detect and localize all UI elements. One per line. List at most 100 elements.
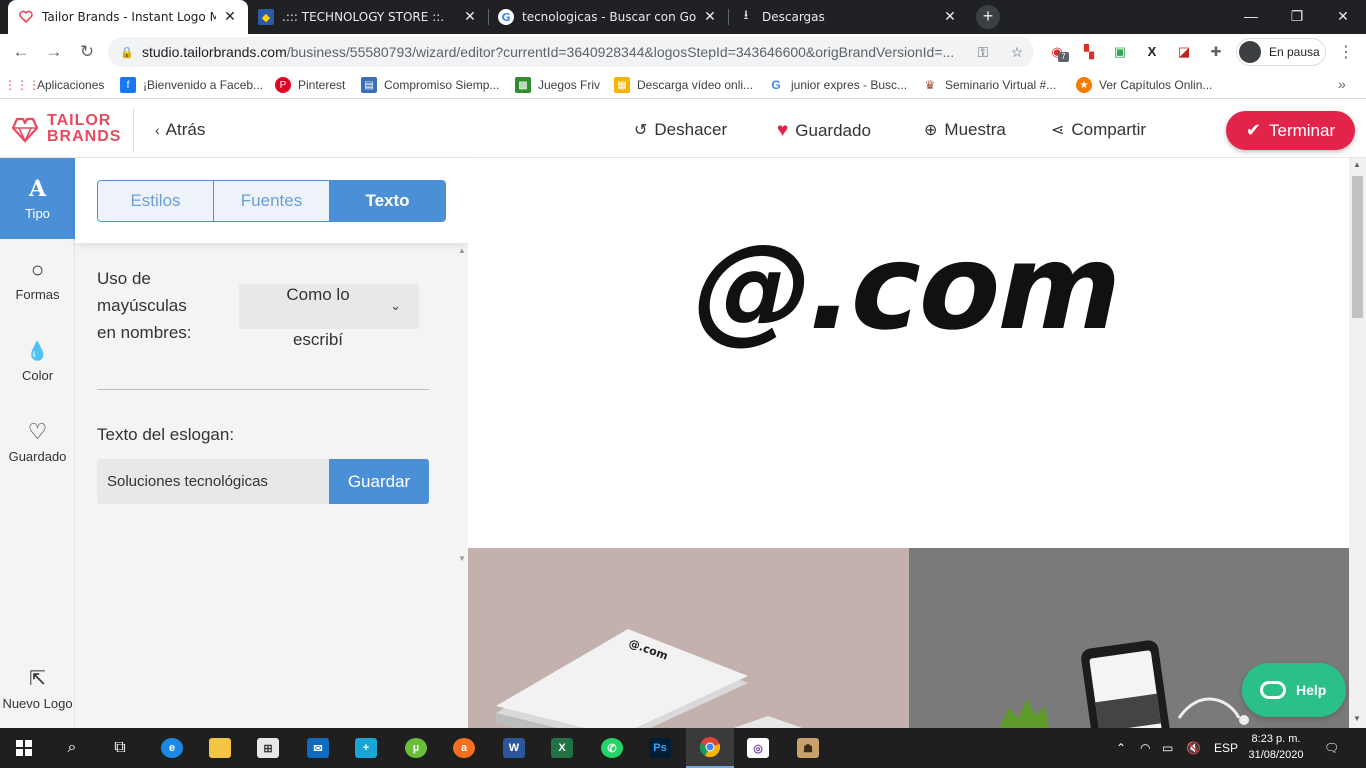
- pinterest-icon: P: [275, 77, 291, 93]
- extension-icon[interactable]: ▚: [1079, 42, 1099, 62]
- preview-button[interactable]: ⊕ Muestra: [924, 120, 1006, 140]
- language-indicator[interactable]: ESP: [1214, 728, 1238, 768]
- chevron-down-icon: ⌄: [390, 298, 401, 313]
- bookmark-label: Juegos Friv: [538, 78, 601, 92]
- scroll-down-icon[interactable]: ▼: [1353, 714, 1361, 723]
- extension-icon[interactable]: ◪: [1174, 42, 1194, 62]
- chrome-icon[interactable]: [686, 728, 734, 768]
- bookmark-ver-capitulos[interactable]: ★ Ver Capítulos Onlin...: [1076, 76, 1212, 94]
- utorrent-icon[interactable]: µ: [392, 728, 440, 768]
- rail-item-label: Formas: [15, 287, 60, 302]
- saved-button[interactable]: ♥ Guardado: [777, 120, 871, 142]
- network-icon[interactable]: ◠: [1140, 728, 1150, 768]
- scrollbar-thumb[interactable]: [1352, 176, 1363, 318]
- back-arrow-icon[interactable]: ←: [9, 40, 33, 64]
- whatsapp-icon[interactable]: ✆: [588, 728, 636, 768]
- bookmark-descarga-video[interactable]: ▦ Descarga vídeo onli...: [614, 76, 753, 94]
- slogan-input[interactable]: Soluciones tecnológicas: [97, 459, 329, 504]
- file-explorer-icon[interactable]: [196, 728, 244, 768]
- game-app-icon[interactable]: ☗: [784, 728, 832, 768]
- help-button[interactable]: Help: [1242, 663, 1346, 717]
- bookmark-pinterest[interactable]: P Pinterest: [275, 76, 345, 94]
- rail-item-formas[interactable]: ○ Formas: [0, 239, 75, 320]
- task-view-icon[interactable]: ⧉: [96, 728, 144, 768]
- extension-icon[interactable]: X: [1142, 42, 1162, 62]
- close-icon[interactable]: ✕: [462, 9, 478, 25]
- bookmark-seminario[interactable]: ♛ Seminario Virtual #...: [922, 76, 1057, 94]
- scroll-up-icon[interactable]: ▲: [458, 246, 466, 255]
- word-icon[interactable]: W: [490, 728, 538, 768]
- minimize-button[interactable]: —: [1228, 0, 1274, 34]
- finish-button[interactable]: ✔ Terminar: [1226, 111, 1355, 150]
- search-icon[interactable]: ⌕: [48, 728, 96, 768]
- tab-texto[interactable]: Texto: [330, 181, 445, 221]
- tab-google-search[interactable]: G tecnologicas - Buscar con Googl ✕: [488, 0, 728, 34]
- more-bookmarks-icon[interactable]: »: [1338, 76, 1346, 92]
- bookmark-apps[interactable]: ⋮⋮⋮ Aplicaciones: [4, 76, 104, 94]
- volume-muted-icon[interactable]: 🔇: [1186, 728, 1201, 768]
- battery-icon[interactable]: ▭: [1162, 728, 1173, 768]
- excel-icon[interactable]: X: [538, 728, 586, 768]
- profile-button[interactable]: En pausa: [1236, 38, 1326, 66]
- bookmark-friv[interactable]: ▩ Juegos Friv: [515, 76, 600, 94]
- tab-title: .::: TECHNOLOGY STORE ::.: [282, 10, 445, 24]
- logo-preview[interactable]: @.com: [468, 158, 1349, 548]
- capitalization-select[interactable]: Como lo escribí ⌄: [239, 284, 419, 349]
- new-tab-button[interactable]: +: [976, 5, 1000, 29]
- undo-button[interactable]: ↺ Deshacer: [634, 120, 727, 140]
- more-menu-icon[interactable]: ⋮: [1338, 42, 1354, 62]
- drop-icon: 💧: [26, 341, 49, 361]
- close-icon[interactable]: ✕: [222, 9, 238, 25]
- share-button[interactable]: ⋖ Compartir: [1051, 120, 1146, 140]
- close-icon[interactable]: ✕: [702, 9, 718, 25]
- clock-date: 31/08/2020: [1248, 749, 1304, 761]
- star-icon[interactable]: ☆: [1000, 44, 1034, 61]
- windows-start-icon[interactable]: [0, 728, 48, 768]
- rail-item-guardado[interactable]: ♡ Guardado: [0, 401, 75, 482]
- notifications-icon[interactable]: 🗨: [1324, 728, 1339, 768]
- tab-downloads[interactable]: ⭳ Descargas ✕: [728, 0, 968, 34]
- puzzle-icon[interactable]: ✚: [1206, 42, 1226, 62]
- forward-arrow-icon[interactable]: →: [42, 40, 66, 64]
- tab-fuentes[interactable]: Fuentes: [214, 181, 330, 221]
- rail-item-nuevo-logo[interactable]: ⇱ Nuevo Logo: [0, 648, 75, 729]
- key-icon[interactable]: ⚿: [966, 44, 1000, 61]
- mail-icon[interactable]: ✉: [294, 728, 342, 768]
- bookmark-facebook[interactable]: f ¡Bienvenido a Faceb...: [120, 76, 263, 94]
- bookmark-junior-expres[interactable]: Gjunior expres - Busc...: [768, 76, 907, 94]
- health-app-icon[interactable]: +: [342, 728, 390, 768]
- extension-icon[interactable]: ▣: [1110, 42, 1130, 62]
- rail-item-tipo[interactable]: A Tipo: [0, 158, 75, 239]
- tab-technology-store[interactable]: ◆ .::: TECHNOLOGY STORE ::. ✕: [248, 0, 488, 34]
- photoshop-icon[interactable]: Ps: [636, 728, 684, 768]
- address-bar[interactable]: 🔒 studio.tailorbrands.com/business/55580…: [108, 37, 1034, 67]
- bookmark-compromiso[interactable]: ▤ Compromiso Siemp...: [361, 76, 499, 94]
- back-button[interactable]: ‹ Atrás: [155, 120, 205, 140]
- rail-item-color[interactable]: 💧 Color: [0, 320, 75, 401]
- logo-wordmark: TAILOR BRANDS: [47, 113, 121, 145]
- show-hidden-icons[interactable]: ⌃: [1116, 728, 1126, 768]
- restore-button[interactable]: ❐: [1274, 0, 1320, 34]
- scroll-up-icon[interactable]: ▲: [1353, 160, 1361, 169]
- circle-icon: ○: [30, 257, 45, 282]
- extension-icon[interactable]: ◉ 7: [1047, 42, 1069, 62]
- tab-estilos[interactable]: Estilos: [98, 181, 214, 221]
- tailor-brands-logo[interactable]: TAILOR BRANDS: [10, 113, 121, 145]
- rail-item-label: Guardado: [8, 449, 67, 464]
- edge-icon[interactable]: e: [148, 728, 196, 768]
- avast-icon[interactable]: a: [440, 728, 488, 768]
- bookmark-label: Ver Capítulos Onlin...: [1099, 78, 1213, 92]
- canvas-scrollbar[interactable]: ▲ ▼: [1349, 158, 1366, 728]
- store-icon[interactable]: ⊞: [244, 728, 292, 768]
- window-close-button[interactable]: ✕: [1320, 0, 1366, 34]
- scroll-down-icon[interactable]: ▼: [458, 554, 466, 563]
- panel-scrollbar[interactable]: ▲ ▼: [455, 246, 468, 566]
- save-slogan-button[interactable]: Guardar: [329, 459, 429, 504]
- clock[interactable]: 8:23 p. m. 31/08/2020: [1240, 731, 1312, 763]
- reload-icon[interactable]: ↻: [75, 40, 99, 64]
- stationery-mockup[interactable]: @.com: [468, 548, 909, 728]
- capture-app-icon[interactable]: ◎: [734, 728, 782, 768]
- close-icon[interactable]: ✕: [942, 9, 958, 25]
- tab-tailor-brands[interactable]: Tailor Brands - Instant Logo Mak ✕: [8, 0, 248, 34]
- type-icon: A: [28, 176, 47, 202]
